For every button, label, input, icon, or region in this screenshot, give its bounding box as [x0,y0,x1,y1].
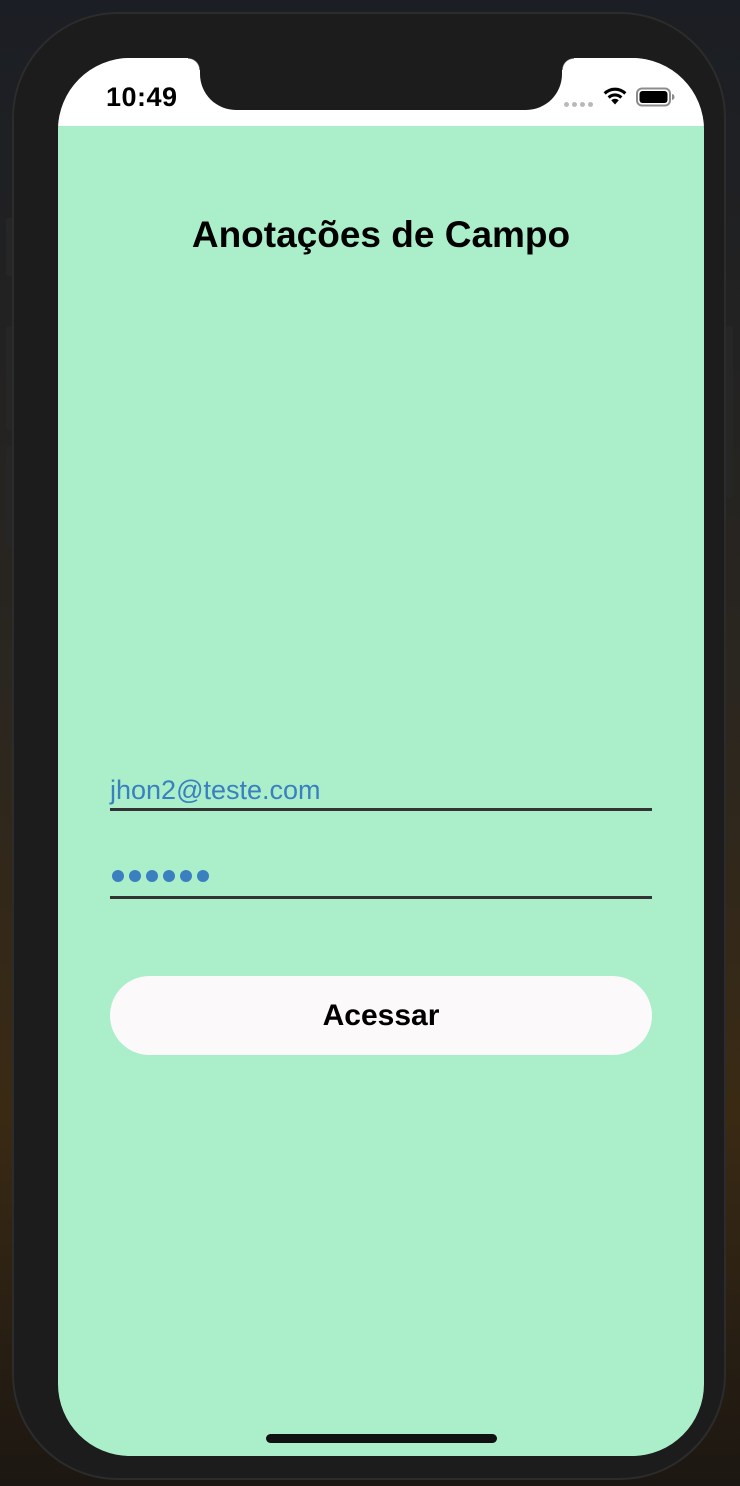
device-notch [188,58,574,110]
password-mask [110,858,652,882]
password-dot [112,870,124,882]
wifi-icon [603,87,627,105]
email-field[interactable]: jhon2@teste.com [110,772,652,811]
app-screen: 10:49 Anotações de Campo jhon2@teste.com… [58,58,704,1456]
access-button[interactable]: Acessar [110,976,652,1055]
password-field[interactable] [110,858,652,899]
password-dot [146,870,158,882]
password-dot [163,870,175,882]
password-dot [180,870,192,882]
password-dot [197,870,209,882]
status-time: 10:49 [106,82,178,112]
phone-frame: 10:49 Anotações de Campo jhon2@teste.com… [12,12,726,1480]
battery-icon [636,87,675,107]
cellular-signal-icon [564,102,594,107]
password-dot [129,870,141,882]
home-indicator[interactable] [266,1434,497,1443]
page-title: Anotações de Campo [191,214,571,255]
